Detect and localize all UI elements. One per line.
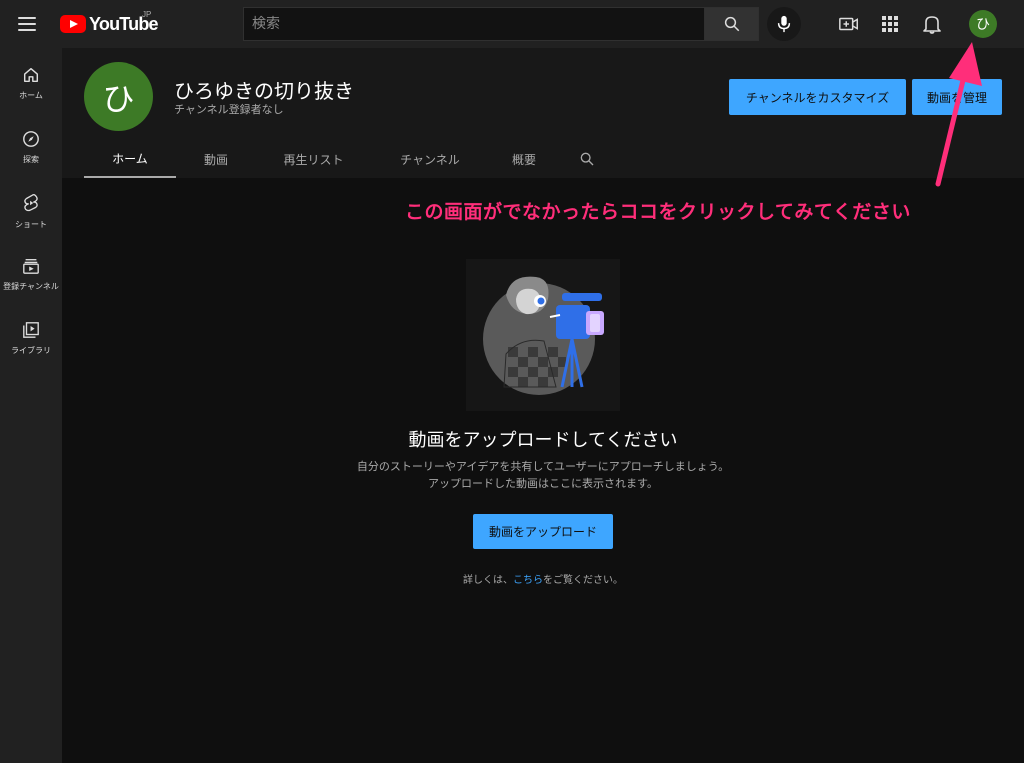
channel-name: ひろゆきの切り抜き [174,79,354,103]
camera-operator-illustration [483,276,604,395]
more-info-prefix: 詳しくは、 [463,575,513,586]
customize-channel-button[interactable]: チャンネルをカスタマイズ [729,79,906,115]
empty-state-desc-line1: 自分のストーリーやアイデアを共有してユーザーにアプローチしましょう。 [356,460,730,473]
sidebar-item-label: 探索 [23,155,39,164]
tab-playlists[interactable]: 再生リスト [256,140,371,178]
sidebar-item-explore[interactable]: 探索 [0,112,62,170]
app-window: YouTube JP 検索 ひ ホーム 探索 ショート 登録チャンネル ライブラ… [0,0,1024,763]
logo-region: JP [142,10,152,19]
voice-search-button[interactable] [767,7,801,41]
home-icon [23,67,39,83]
shorts-icon [24,194,38,212]
library-icon [23,322,39,338]
manage-videos-button[interactable]: 動画を管理 [912,79,1002,115]
tab-home[interactable]: ホーム [84,140,176,178]
upload-video-button[interactable]: 動画をアップロード [473,514,613,549]
tab-videos[interactable]: 動画 [176,140,256,178]
empty-state-desc-line2: アップロードした動画はここに表示されます。 [428,477,658,490]
top-bar: YouTube JP 検索 ひ [0,0,1024,48]
subscriptions-icon [23,259,39,274]
channel-header: ひ ひろゆきの切り抜き チャンネル登録者なし チャンネルをカスタマイズ 動画を管… [62,48,1024,178]
sidebar-item-label: 登録チャンネル [3,282,59,291]
sidebar-item-label: ホーム [19,91,43,100]
search-bar [243,7,759,41]
sidebar-item-shorts[interactable]: ショート [0,175,62,233]
search-input[interactable] [243,7,704,41]
tab-search[interactable] [559,140,614,178]
microphone-icon [777,15,791,33]
account-avatar[interactable]: ひ [969,10,997,38]
channel-avatar[interactable]: ひ [84,62,153,131]
youtube-play-icon [60,15,86,33]
empty-state-title: 動画をアップロードしてください [408,430,678,451]
tab-channels[interactable]: チャンネル [371,140,489,178]
sidebar-item-subscriptions[interactable]: 登録チャンネル [0,239,62,297]
more-info-text: 詳しくは、こちらをご覧ください。 [62,571,1024,586]
tab-about[interactable]: 概要 [489,140,559,178]
sidebar-item-label: ライブラリ [11,346,51,355]
channel-tabs: ホーム 動画 再生リスト チャンネル 概要 [84,140,614,178]
bell-icon [923,16,941,34]
compass-icon [23,131,39,147]
hamburger-menu-icon[interactable] [18,12,44,36]
notifications-button[interactable] [920,12,944,36]
search-button[interactable] [704,7,759,41]
main-content: ひ ひろゆきの切り抜き チャンネル登録者なし チャンネルをカスタマイズ 動画を管… [62,48,1024,763]
sidebar-item-home[interactable]: ホーム [0,48,62,106]
sidebar: ホーム 探索 ショート 登録チャンネル ライブラリ [0,48,62,763]
empty-state-description: 自分のストーリーやアイデアを共有してユーザーにアプローチしましょう。 アップロー… [62,458,1024,492]
apps-button[interactable] [878,12,902,36]
subscriber-count: チャンネル登録者なし [174,103,284,116]
create-video-button[interactable] [837,12,861,36]
search-icon [724,16,739,32]
more-info-link[interactable]: こちら [513,575,543,586]
more-info-suffix: をご覧ください。 [543,575,623,586]
empty-state-illustration [466,259,620,411]
annotation-callout: この画面がでなかったらココをクリックしてみてください [405,201,911,223]
apps-grid-icon [882,16,898,32]
sidebar-item-library[interactable]: ライブラリ [0,303,62,361]
video-camera-plus-icon [839,17,858,31]
sidebar-item-label: ショート [15,220,47,229]
search-icon [580,152,593,166]
